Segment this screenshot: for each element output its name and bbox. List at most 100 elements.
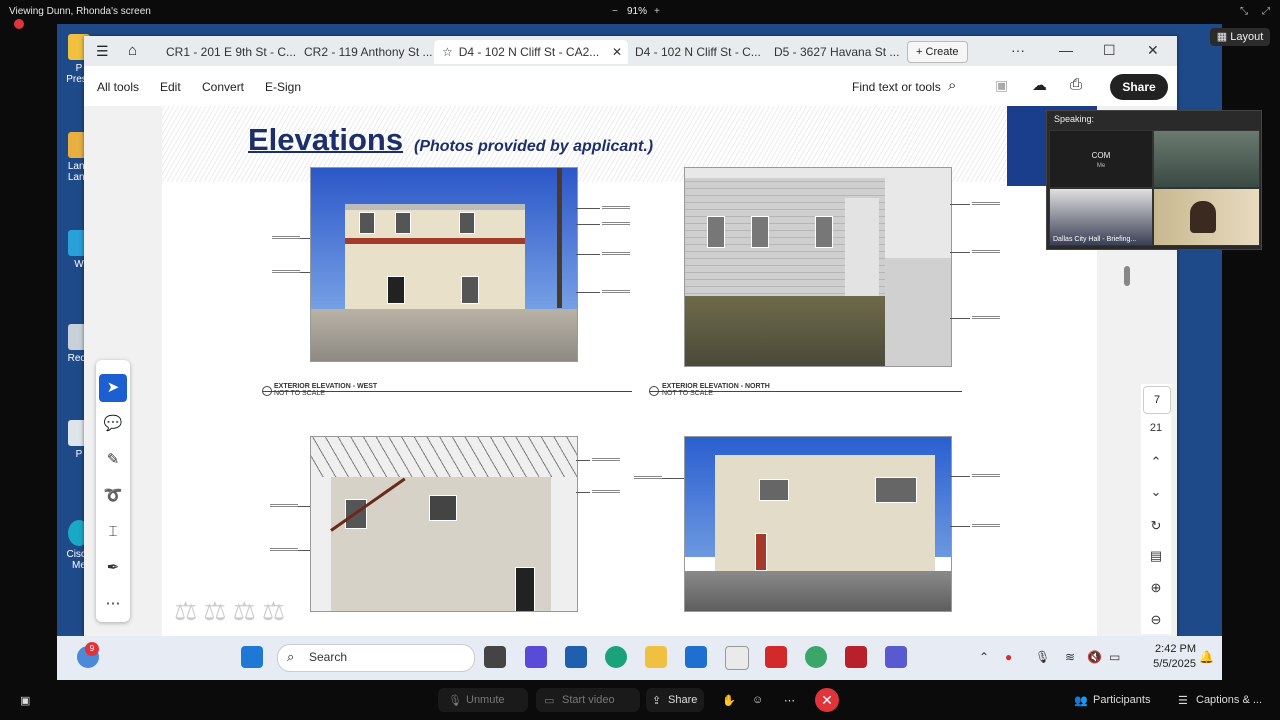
notification-badge: 9 <box>85 642 99 656</box>
zoom-in-icon[interactable]: ⊕ <box>1141 580 1171 596</box>
zoom-out-button[interactable]: − <box>612 6 618 17</box>
participants-button[interactable]: Participants <box>1093 694 1150 706</box>
volume-muted-icon[interactable]: 🔇 <box>1087 650 1102 664</box>
leave-meeting-button[interactable]: ✕ <box>815 688 839 712</box>
more-icon[interactable]: ··· <box>1011 42 1025 58</box>
mic-muted-icon[interactable]: 🎙 <box>1035 650 1050 664</box>
footer-logos: ⚖⚖⚖⚖ <box>174 596 292 626</box>
save-icon[interactable]: ▣ <box>995 77 1008 94</box>
maximize-icon[interactable]: ☐ <box>1103 42 1116 59</box>
camera-icon: ▭ <box>544 695 555 707</box>
captions-button[interactable]: Captions & ... <box>1196 694 1262 706</box>
rotate-icon[interactable]: ↻ <box>1141 518 1171 534</box>
print-icon[interactable]: ⎙ <box>1070 76 1082 93</box>
page-subtitle: (Photos provided by applicant.) <box>414 138 654 155</box>
current-page-input[interactable]: 7 <box>1143 386 1171 414</box>
reactions-icon[interactable]: ☺ <box>752 694 763 706</box>
video-tile-4[interactable] <box>1153 188 1260 246</box>
elevation-title: EXTERIOR ELEVATION - WEST <box>274 383 378 390</box>
upload-cloud-icon[interactable]: ☁ <box>1032 76 1047 94</box>
create-button[interactable]: + Create <box>907 41 968 63</box>
acrobat-icon[interactable] <box>765 646 787 668</box>
chat-icon[interactable] <box>525 646 547 668</box>
acrobat-window: ☰ ⌂ CR1 - 201 E 9th St - C... CR2 - 119 … <box>84 36 1177 636</box>
fullscreen-icon[interactable]: ⤢ <box>1262 6 1270 17</box>
more-options-icon[interactable]: ⋯ <box>784 694 795 707</box>
taskbar-search[interactable] <box>277 644 475 672</box>
video-tile-city-hall[interactable]: Dallas City Hall - Briefing... <box>1049 188 1153 246</box>
windows-taskbar: 9 ⌕ Search ⌃ ● 🎙 ≋ 🔇 ▭ 2:42 PM 5/5/2025 … <box>57 636 1222 680</box>
video-tile-name: Dallas City Hall - Briefing... <box>1053 236 1137 243</box>
tab-d4-active[interactable]: ☆ D4 - 102 N Cliff St - CA2... ✕ <box>434 40 628 64</box>
all-tools-button[interactable]: All tools <box>97 80 139 94</box>
video-tile-self[interactable]: COM Me <box>1049 130 1153 188</box>
scrollbar-thumb[interactable] <box>1124 266 1130 286</box>
acrobat-toolbar: All tools Edit Convert E-Sign Find text … <box>84 66 1177 107</box>
total-pages: 21 <box>1149 422 1163 434</box>
home-icon[interactable]: ⌂ <box>128 42 137 59</box>
access-icon[interactable] <box>845 646 867 668</box>
convert-button[interactable]: Convert <box>202 80 244 94</box>
find-tools-button[interactable]: Find text or tools <box>852 80 941 94</box>
close-window-icon[interactable]: ✕ <box>1147 42 1159 59</box>
start-icon[interactable] <box>241 646 263 668</box>
participants-icon[interactable]: 👥 <box>1074 694 1088 707</box>
unmute-label: Unmute <box>466 694 505 706</box>
edit-button[interactable]: Edit <box>160 80 181 94</box>
page-thumbnail-icon[interactable]: ▤ <box>1141 548 1171 564</box>
unmute-button[interactable]: 🎙 Unmute <box>438 688 528 712</box>
app-icon-2[interactable] <box>725 646 749 670</box>
teams-icon[interactable] <box>885 646 907 668</box>
comment-icon[interactable]: 💬 <box>99 410 127 438</box>
wifi-icon[interactable]: ≋ <box>1065 650 1075 664</box>
tab-d5[interactable]: D5 - 3627 Havana St ... <box>766 40 907 64</box>
clock-date[interactable]: 5/5/2025 <box>1140 658 1196 670</box>
app-icon-1[interactable] <box>565 646 587 668</box>
notification-bell-icon[interactable]: 🔔 <box>1199 650 1214 664</box>
zoom-out-icon[interactable]: ⊖ <box>1141 612 1171 628</box>
next-page-icon[interactable]: ⌄ <box>1141 484 1171 500</box>
app-icon-3[interactable] <box>805 646 827 668</box>
lasso-icon[interactable]: ➰ <box>99 482 127 510</box>
layout-button[interactable]: ▦ Layout <box>1210 28 1270 46</box>
more-tools-icon[interactable]: ⋯ <box>99 590 127 618</box>
prev-page-icon[interactable]: ⌃ <box>1141 454 1171 470</box>
tab-d4[interactable]: D4 - 102 N Cliff St - C... <box>627 40 769 64</box>
task-view-icon[interactable] <box>484 646 506 668</box>
share-icon: ⇪ <box>652 695 662 707</box>
edge-icon[interactable] <box>605 646 627 668</box>
start-video-label: Start video <box>562 694 615 706</box>
start-video-button[interactable]: ▭ Start video <box>536 688 640 712</box>
tab-cr2[interactable]: CR2 - 119 Anthony St ... <box>296 40 441 64</box>
esign-button[interactable]: E-Sign <box>265 80 301 94</box>
outlook-icon[interactable] <box>685 646 707 668</box>
chat-panel-icon[interactable]: ▣ <box>20 694 30 707</box>
mic-icon: 🎙 <box>448 695 462 707</box>
pen-icon[interactable]: ✎ <box>99 446 127 474</box>
tab-cr1[interactable]: CR1 - 201 E 9th St - C... <box>158 40 304 64</box>
menu-icon[interactable]: ☰ <box>96 43 109 60</box>
share-button[interactable]: Share <box>1110 74 1168 100</box>
zoom-in-button[interactable]: + <box>654 6 660 17</box>
minimize-icon[interactable]: — <box>1059 42 1073 58</box>
battery-icon[interactable]: ▭ <box>1109 650 1120 664</box>
elevation-photo-north <box>684 167 952 367</box>
captions-icon[interactable]: ☰ <box>1178 694 1188 707</box>
minimize-view-icon[interactable]: ⤡ <box>1240 6 1248 17</box>
share-screen-button[interactable]: ⇪ Share <box>646 688 704 712</box>
security-icon[interactable]: ● <box>1005 650 1012 664</box>
select-cursor-icon[interactable]: ➤ <box>99 374 127 402</box>
star-icon[interactable]: ☆ <box>442 45 453 59</box>
search-icon[interactable]: ⌕ <box>948 77 956 94</box>
viewing-label: Viewing Dunn, Rhonda's screen <box>9 6 151 17</box>
text-select-icon[interactable]: ⌶ <box>99 518 127 546</box>
person-avatar <box>1190 201 1216 233</box>
close-tab-icon[interactable]: ✕ <box>612 40 622 64</box>
video-tile-2[interactable] <box>1153 130 1260 188</box>
raise-hand-icon[interactable]: ✋ <box>722 694 736 707</box>
clock-time[interactable]: 2:42 PM <box>1140 643 1196 655</box>
signature-icon[interactable]: ✒ <box>99 554 127 582</box>
chevron-up-icon[interactable]: ⌃ <box>979 650 989 664</box>
file-explorer-icon[interactable] <box>645 646 667 668</box>
tab-label: D4 - 102 N Cliff St - CA2... <box>458 45 600 59</box>
